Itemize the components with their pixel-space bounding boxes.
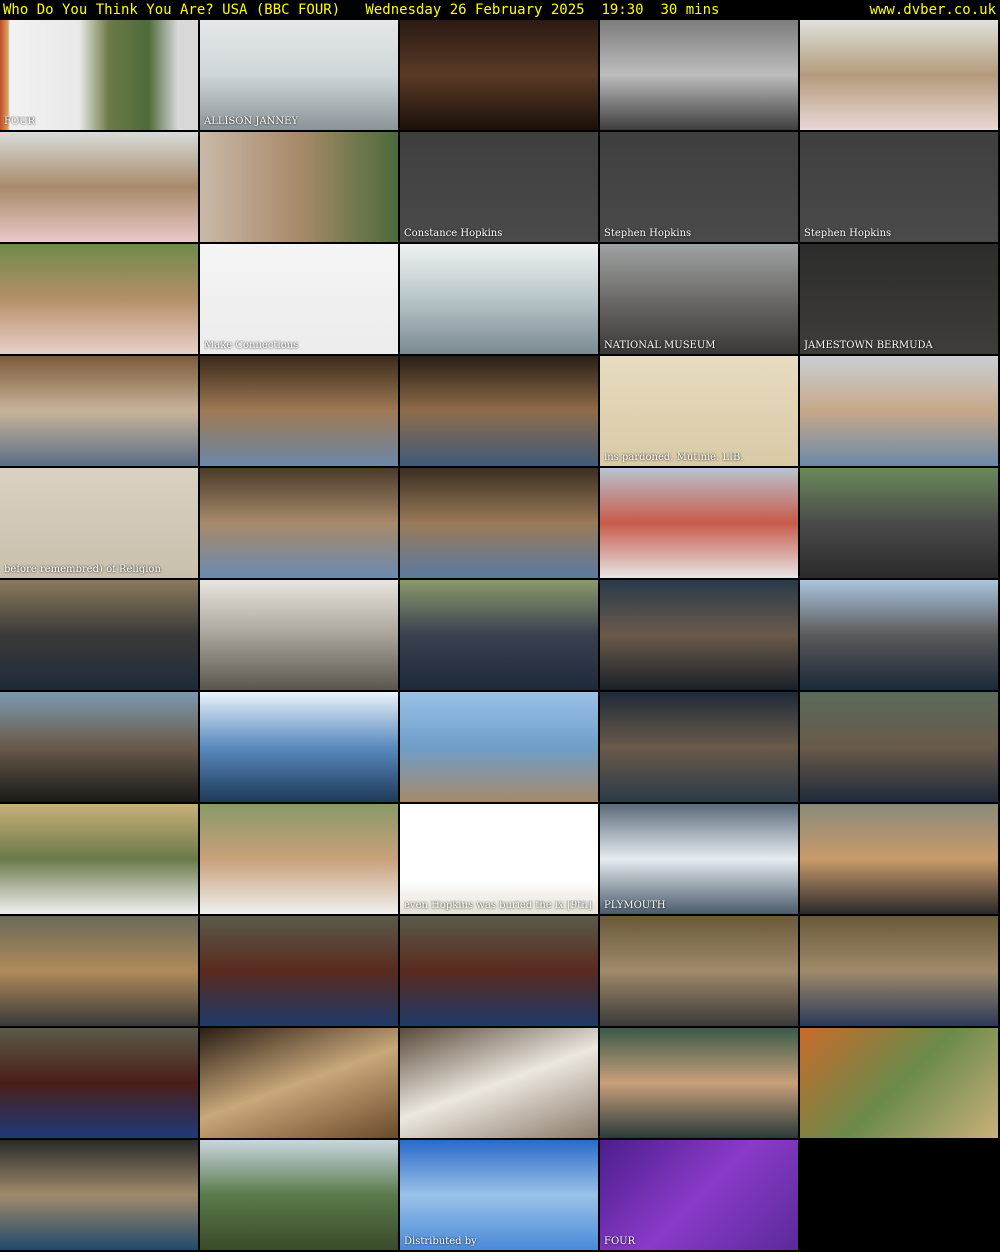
thumbnail-29[interactable] <box>600 580 798 690</box>
thumbnail-10[interactable]: Stephen Hopkins <box>800 132 998 242</box>
thumbnail-25[interactable] <box>800 468 998 578</box>
thumbnail-16[interactable] <box>0 356 198 466</box>
thumbnail-37[interactable] <box>200 804 398 914</box>
thumbnail-14[interactable]: NATIONAL MUSEUM <box>600 244 798 354</box>
thumbnail-50[interactable] <box>800 1028 998 1138</box>
thumbnail-49[interactable] <box>600 1028 798 1138</box>
thumbnail-caption: FOUR <box>4 116 36 127</box>
thumbnail-41[interactable] <box>0 916 198 1026</box>
thumbnail-20[interactable] <box>800 356 998 466</box>
thumbnail-47[interactable] <box>200 1028 398 1138</box>
thumbnail-caption: Make Connections <box>204 340 299 351</box>
thumbnail-23[interactable] <box>400 468 598 578</box>
thumbnail-51[interactable] <box>0 1140 198 1250</box>
thumbnail-54[interactable]: FOUR <box>600 1140 798 1250</box>
thumbnail-9[interactable]: Stephen Hopkins <box>600 132 798 242</box>
thumbnail-34[interactable] <box>600 692 798 802</box>
thumbnail-33[interactable] <box>400 692 598 802</box>
thumbnail-8[interactable]: Constance Hopkins <box>400 132 598 242</box>
thumbnail-caption: Distributed by <box>404 1236 477 1247</box>
programme-title: Who Do You Think You Are? USA (BBC FOUR)… <box>3 2 720 18</box>
thumbnail-46[interactable] <box>0 1028 198 1138</box>
thumbnail-caption: JAMESTOWN BERMUDA <box>804 340 933 351</box>
thumbnail-39[interactable]: PLYMOUTH <box>600 804 798 914</box>
thumbnail-caption: even Hopkins was buried the ix [9th] day… <box>404 900 594 911</box>
thumbnail-44[interactable] <box>600 916 798 1026</box>
thumbnail-15[interactable]: JAMESTOWN BERMUDA <box>800 244 998 354</box>
thumbnail-11[interactable] <box>0 244 198 354</box>
header-bar: Who Do You Think You Are? USA (BBC FOUR)… <box>0 0 1000 20</box>
thumbnail-28[interactable] <box>400 580 598 690</box>
thumbnail-1[interactable]: FOUR <box>0 20 198 130</box>
thumbnail-40[interactable] <box>800 804 998 914</box>
thumbnail-caption: Stephen Hopkins <box>804 228 892 239</box>
thumbnail-13[interactable] <box>400 244 598 354</box>
thumbnail-caption: FOUR <box>604 1236 636 1247</box>
thumbnail-caption: NATIONAL MUSEUM <box>604 340 716 351</box>
thumbnail-4[interactable] <box>600 20 798 130</box>
thumbnail-caption: Constance Hopkins <box>404 228 503 239</box>
thumbnail-18[interactable] <box>400 356 598 466</box>
thumbnail-caption: before remembred) of Religion <box>4 564 161 575</box>
thumbnail-55[interactable] <box>800 1140 998 1250</box>
thumbnail-42[interactable] <box>200 916 398 1026</box>
thumbnail-48[interactable] <box>400 1028 598 1138</box>
thumbnail-36[interactable] <box>0 804 198 914</box>
thumbnail-6[interactable] <box>0 132 198 242</box>
thumbnail-caption: ALLISON JANNEY <box>204 116 299 127</box>
thumbnail-caption: PLYMOUTH <box>604 900 666 911</box>
thumbnail-30[interactable] <box>800 580 998 690</box>
thumbnail-grid: FOUR ALLISON JANNEY Constance Hopkins Steph… <box>0 20 1000 1252</box>
thumbnail-53[interactable]: Distributed by <box>400 1140 598 1250</box>
site-link[interactable]: www.dvber.co.uk <box>870 0 996 20</box>
thumbnail-52[interactable] <box>200 1140 398 1250</box>
thumbnail-3[interactable] <box>400 20 598 130</box>
thumbnail-5[interactable] <box>800 20 998 130</box>
thumbnail-22[interactable] <box>200 468 398 578</box>
thumbnail-7[interactable] <box>200 132 398 242</box>
thumbnail-26[interactable] <box>0 580 198 690</box>
thumbnail-24[interactable] <box>600 468 798 578</box>
thumbnail-31[interactable] <box>0 692 198 802</box>
thumbnail-27[interactable] <box>200 580 398 690</box>
thumbnail-45[interactable] <box>800 916 998 1026</box>
thumbnail-43[interactable] <box>400 916 598 1026</box>
thumbnail-12[interactable]: Make Connections <box>200 244 398 354</box>
thumbnail-2[interactable]: ALLISON JANNEY <box>200 20 398 130</box>
thumbnail-38[interactable]: even Hopkins was buried the ix [9th] day… <box>400 804 598 914</box>
thumbnail-17[interactable] <box>200 356 398 466</box>
thumbnail-caption: Stephen Hopkins <box>604 228 692 239</box>
thumbnail-19[interactable]: ins pardoned. Mutinie. LIB. <box>600 356 798 466</box>
thumbnail-35[interactable] <box>800 692 998 802</box>
thumbnail-21[interactable]: before remembred) of Religion <box>0 468 198 578</box>
thumbnail-32[interactable] <box>200 692 398 802</box>
thumbnail-caption: ins pardoned. Mutinie. LIB. <box>604 452 744 463</box>
